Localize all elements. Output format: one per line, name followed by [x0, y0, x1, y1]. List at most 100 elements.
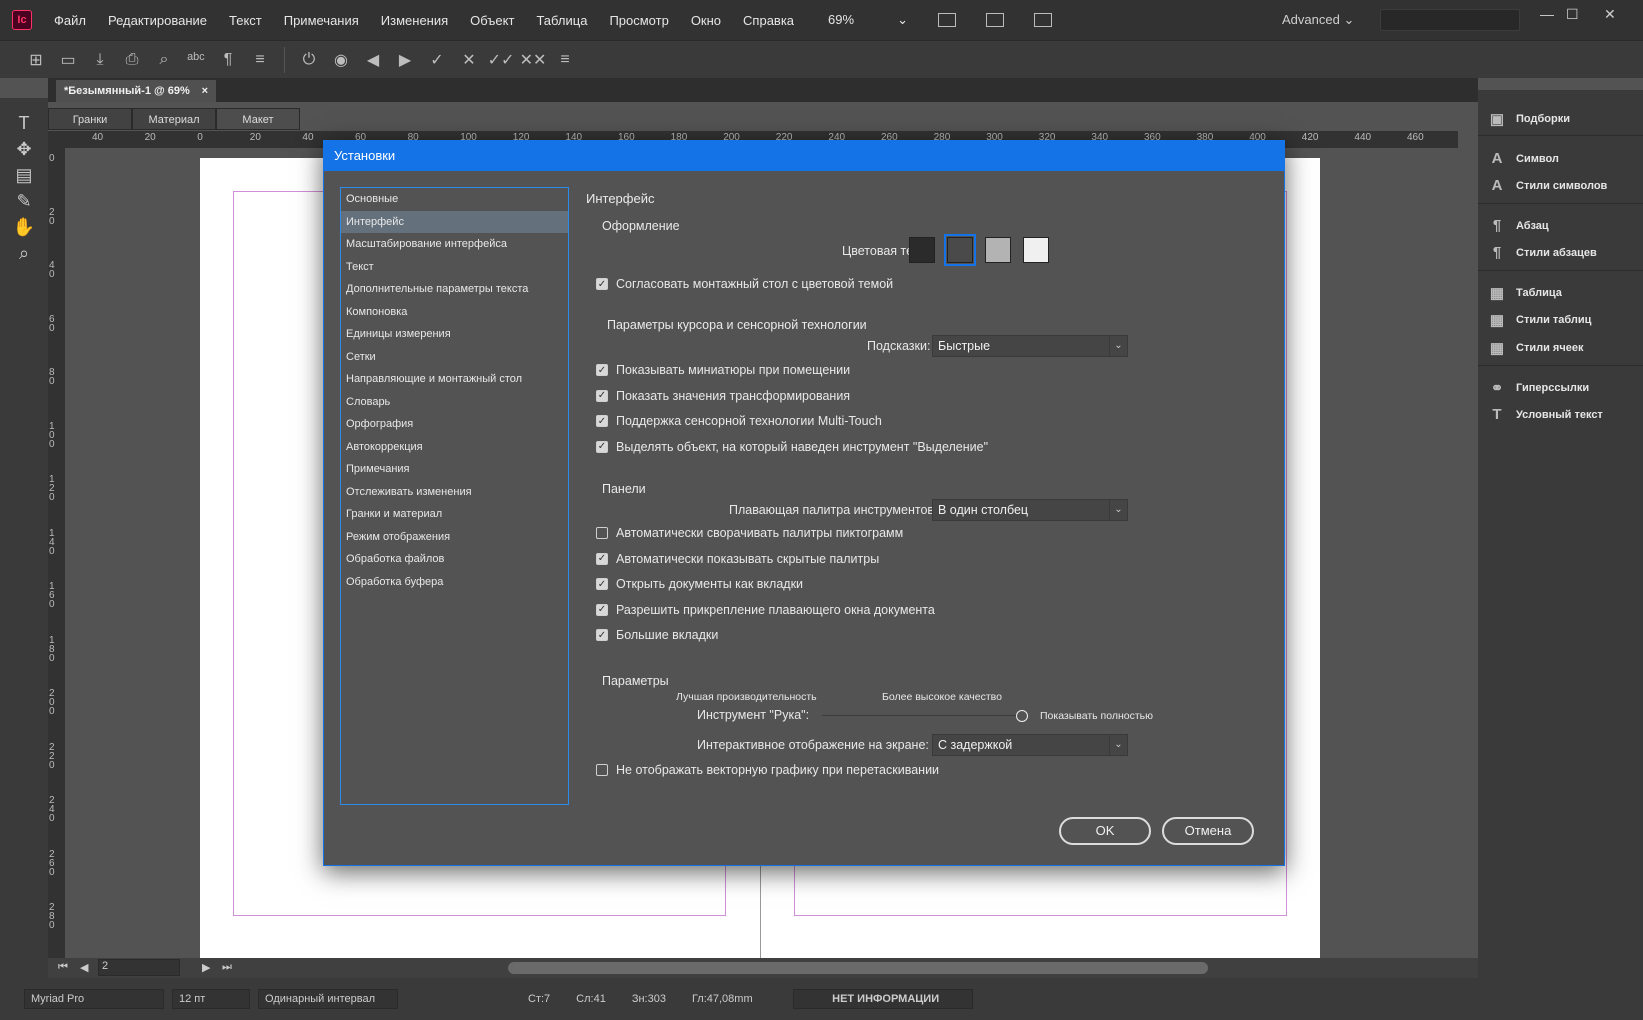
document-tab[interactable]: *Безымянный-1 @ 69% × — [56, 80, 216, 102]
ok-button[interactable]: OK — [1059, 817, 1151, 845]
type-tool-icon[interactable]: T — [0, 110, 48, 136]
last-page-icon[interactable]: ⏭ — [222, 961, 232, 974]
category-item[interactable]: Режим отображения — [341, 526, 568, 549]
live-screen-select[interactable]: С задержкой ⌄ — [932, 734, 1128, 756]
menu-file[interactable]: Файл — [54, 13, 86, 28]
font-size-select[interactable]: 12 пт — [172, 989, 250, 1009]
new-document-icon[interactable]: ⊞ — [20, 50, 52, 70]
zoom-select[interactable]: 69% ⌄ — [828, 12, 908, 28]
option-checkbox[interactable]: ✓ Большие вкладки — [596, 628, 718, 642]
panel-item[interactable]: T Условный текст — [1486, 406, 1602, 423]
category-item[interactable]: Обработка буфера — [341, 571, 568, 594]
floating-palette-select[interactable]: В один столбец ⌄ — [932, 499, 1128, 521]
menu-notes[interactable]: Примечания — [284, 13, 359, 28]
hand-tool-slider-knob[interactable] — [1016, 710, 1028, 722]
menu-table[interactable]: Таблица — [536, 13, 587, 28]
theme-swatch[interactable] — [1023, 237, 1049, 263]
category-item[interactable]: Единицы измерения — [341, 323, 568, 346]
view-options-icon[interactable] — [986, 13, 1005, 27]
print-icon[interactable]: ⎙ — [116, 51, 148, 69]
open-folder-icon[interactable]: ▭ — [52, 50, 84, 70]
category-item[interactable]: Словарь — [341, 391, 568, 414]
accept-change-icon[interactable]: ✓ — [421, 50, 453, 70]
category-item[interactable]: Примечания — [341, 458, 568, 481]
tab-galley[interactable]: Гранки — [48, 108, 132, 130]
next-change-icon[interactable]: ▶ — [389, 50, 421, 70]
category-item[interactable]: Интерфейс — [341, 210, 568, 233]
panel-item[interactable]: ⚭ Гиперссылки — [1486, 379, 1589, 397]
pilcrow-icon[interactable]: ¶ — [212, 51, 244, 69]
category-item[interactable]: Текст — [341, 256, 568, 279]
note-tool-icon[interactable]: ▤ — [0, 162, 48, 188]
toolbar-menu-icon[interactable]: ≡ — [549, 51, 581, 69]
reject-change-icon[interactable]: ✕ — [453, 50, 485, 70]
menu-object[interactable]: Объект — [470, 13, 514, 28]
line-spacing-select[interactable]: Одинарный интервал — [258, 989, 398, 1009]
workspace-switcher[interactable]: Advanced ⌄ — [1282, 12, 1354, 28]
category-item[interactable]: Орфография — [341, 413, 568, 436]
cancel-button[interactable]: Отмена — [1162, 817, 1254, 845]
position-tool-icon[interactable]: ✥ — [0, 136, 48, 162]
tab-story[interactable]: Материал — [132, 108, 216, 130]
search-input[interactable] — [1380, 9, 1520, 31]
panel-item[interactable]: ▣ Подборки — [1486, 110, 1570, 128]
menu-edit[interactable]: Редактирование — [108, 13, 207, 28]
category-item[interactable]: Сетки — [341, 346, 568, 369]
maximize-icon[interactable]: ☐ — [1566, 6, 1579, 23]
next-page-icon[interactable]: ▶ — [202, 961, 210, 974]
match-pasteboard-checkbox[interactable]: ✓ Согласовать монтажный стол с цветовой т… — [596, 277, 893, 291]
panel-item[interactable]: ▦ Таблица — [1486, 284, 1562, 302]
option-checkbox[interactable]: ✓ Показать значения трансформирования — [596, 389, 850, 403]
menu-help[interactable]: Справка — [743, 13, 794, 28]
reject-all-icon[interactable]: ✕✕ — [517, 50, 549, 70]
horizontal-scrollbar[interactable] — [508, 962, 1208, 974]
category-item[interactable]: Автокоррекция — [341, 436, 568, 459]
spellcheck-icon[interactable]: ᵃᵇᶜ — [180, 51, 212, 69]
option-checkbox[interactable]: ✓ Выделять объект, на который наведен инс… — [596, 440, 988, 454]
eyedropper-tool-icon[interactable]: ✎ — [0, 188, 48, 214]
zoom-tool-icon[interactable]: ⌕ — [0, 240, 48, 266]
category-item[interactable]: Масштабирование интерфейса — [341, 233, 568, 256]
save-icon[interactable]: ⤓ — [84, 51, 116, 69]
panel-item[interactable]: ¶ Стили абзацев — [1486, 244, 1597, 261]
category-item[interactable]: Отслеживать изменения — [341, 481, 568, 504]
panel-item[interactable]: ▦ Стили таблиц — [1486, 311, 1592, 329]
panel-item[interactable]: A Символ — [1486, 150, 1559, 167]
menu-window[interactable]: Окно — [691, 13, 721, 28]
category-item[interactable]: Основные — [341, 188, 568, 211]
minimize-icon[interactable]: — — [1540, 6, 1554, 22]
page-number-field[interactable]: 2 — [98, 959, 180, 976]
category-item[interactable]: Гранки и материал — [341, 503, 568, 526]
option-checkbox[interactable]: ✓ Открыть документы как вкладки — [596, 577, 803, 591]
find-icon[interactable]: ⌕ — [148, 51, 180, 69]
previous-page-icon[interactable]: ◀ — [80, 961, 88, 974]
theme-swatch[interactable] — [909, 237, 935, 263]
screen-mode-icon[interactable] — [938, 13, 957, 27]
category-item[interactable]: Дополнительные параметры текста — [341, 278, 568, 301]
toolbar-menu-icon[interactable]: ≡ — [244, 51, 276, 69]
previous-change-icon[interactable]: ◀ — [357, 50, 389, 70]
show-changes-eye-icon[interactable]: ◉ — [325, 50, 357, 70]
close-tab-icon[interactable]: × — [202, 80, 208, 102]
menu-changes[interactable]: Изменения — [381, 13, 448, 28]
menu-view[interactable]: Просмотр — [609, 13, 668, 28]
category-item[interactable]: Направляющие и монтажный стол — [341, 368, 568, 391]
panel-item[interactable]: A Стили символов — [1486, 177, 1608, 194]
option-checkbox[interactable]: ✓ Автоматически показывать скрытые палитр… — [596, 552, 879, 566]
greek-vector-checkbox[interactable]: Не отображать векторную графику при пере… — [596, 763, 939, 777]
accept-all-icon[interactable]: ✓✓ — [485, 50, 517, 70]
option-checkbox[interactable]: ✓ Показывать миниатюры при помещении — [596, 363, 850, 377]
font-select[interactable]: Myriad Pro — [24, 989, 164, 1009]
theme-swatch[interactable] — [944, 234, 976, 266]
theme-swatch[interactable] — [985, 237, 1011, 263]
first-page-icon[interactable]: ⏮ — [58, 961, 68, 974]
panel-item[interactable]: ▦ Стили ячеек — [1486, 339, 1584, 357]
hand-tool-icon[interactable]: ✋ — [0, 214, 48, 240]
tab-layout[interactable]: Макет — [216, 108, 300, 130]
close-icon[interactable]: ✕ — [1604, 6, 1616, 23]
option-checkbox[interactable]: ✓ Поддержка сенсорной технологии Multi-To… — [596, 414, 882, 428]
arrange-documents-icon[interactable] — [1034, 13, 1053, 27]
track-changes-power-icon[interactable]: ⏻ — [293, 51, 325, 69]
panel-item[interactable]: ¶ Абзац — [1486, 217, 1549, 234]
tooltips-select[interactable]: Быстрые ⌄ — [932, 335, 1128, 357]
